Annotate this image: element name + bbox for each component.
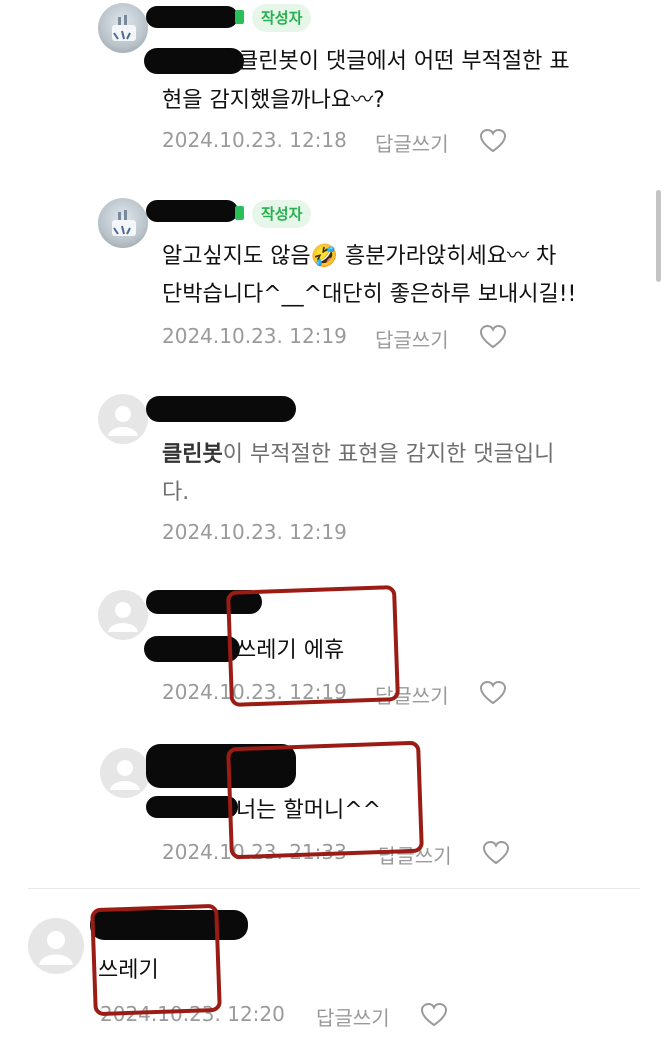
annotation-red-box [226, 740, 424, 860]
redacted-username [146, 6, 238, 28]
level-marker [235, 10, 244, 24]
heart-icon[interactable] [479, 680, 507, 706]
comment-date: 2024.10.23. 12:19 [162, 324, 347, 348]
default-avatar[interactable] [28, 918, 84, 974]
avatar-photo-icon [112, 210, 136, 236]
default-avatar[interactable] [98, 394, 148, 444]
annotation-red-box [226, 585, 400, 707]
heart-icon[interactable] [482, 840, 510, 866]
heart-icon[interactable] [420, 1002, 448, 1028]
section-divider [28, 888, 640, 889]
redacted-username [146, 200, 238, 222]
author-badge: 작성자 [252, 200, 312, 228]
cleanbot-name: 클린봇 [162, 442, 223, 467]
reply-button[interactable]: 답글쓰기 [375, 324, 449, 353]
reply-button[interactable]: 답글쓰기 [375, 128, 449, 157]
comment-date: 2024.10.23. 12:19 [162, 520, 347, 544]
comment-text-line-1: 클린봇이 댓글에서 어떤 부적절한 표 [238, 49, 570, 74]
author-badge: 작성자 [252, 4, 312, 32]
author-avatar[interactable] [98, 198, 148, 248]
scrollbar[interactable] [656, 190, 661, 282]
heart-icon[interactable] [479, 324, 507, 350]
annotation-red-box [90, 903, 222, 1017]
default-avatar[interactable] [100, 748, 150, 798]
comment-date: 2024.10.23. 12:18 [162, 128, 347, 152]
reply-button[interactable]: 답글쓰기 [316, 1002, 390, 1031]
person-icon [110, 760, 140, 790]
redacted-mention [144, 636, 240, 662]
cleanbot-notice-line-1: 클린봇이 부적절한 표현을 감지한 댓글입니 [162, 436, 554, 474]
cleanbot-notice-line-2: 다. [162, 480, 190, 505]
default-avatar[interactable] [98, 590, 148, 640]
avatar-photo-icon [112, 15, 136, 41]
author-avatar[interactable] [98, 3, 148, 53]
redacted-username [146, 396, 296, 422]
redacted-mention [146, 796, 238, 818]
redacted-mention [144, 48, 244, 74]
person-icon [108, 602, 138, 632]
person-icon [108, 406, 138, 436]
level-marker [235, 206, 244, 220]
cleanbot-notice-rest: 이 부적절한 표현을 감지한 댓글입니 [222, 442, 555, 467]
comment-text-line-2: 현을 감지했을까나요〰? [162, 88, 385, 113]
comment-text-line-1: 알고싶지도 않음🤣 흥분가라앉히세요〰 차 [162, 244, 557, 269]
heart-icon[interactable] [479, 128, 507, 154]
comment-text-line-2: 단박습니다^__^대단히 좋은하루 보내시길!! [162, 282, 577, 307]
person-icon [39, 931, 73, 965]
